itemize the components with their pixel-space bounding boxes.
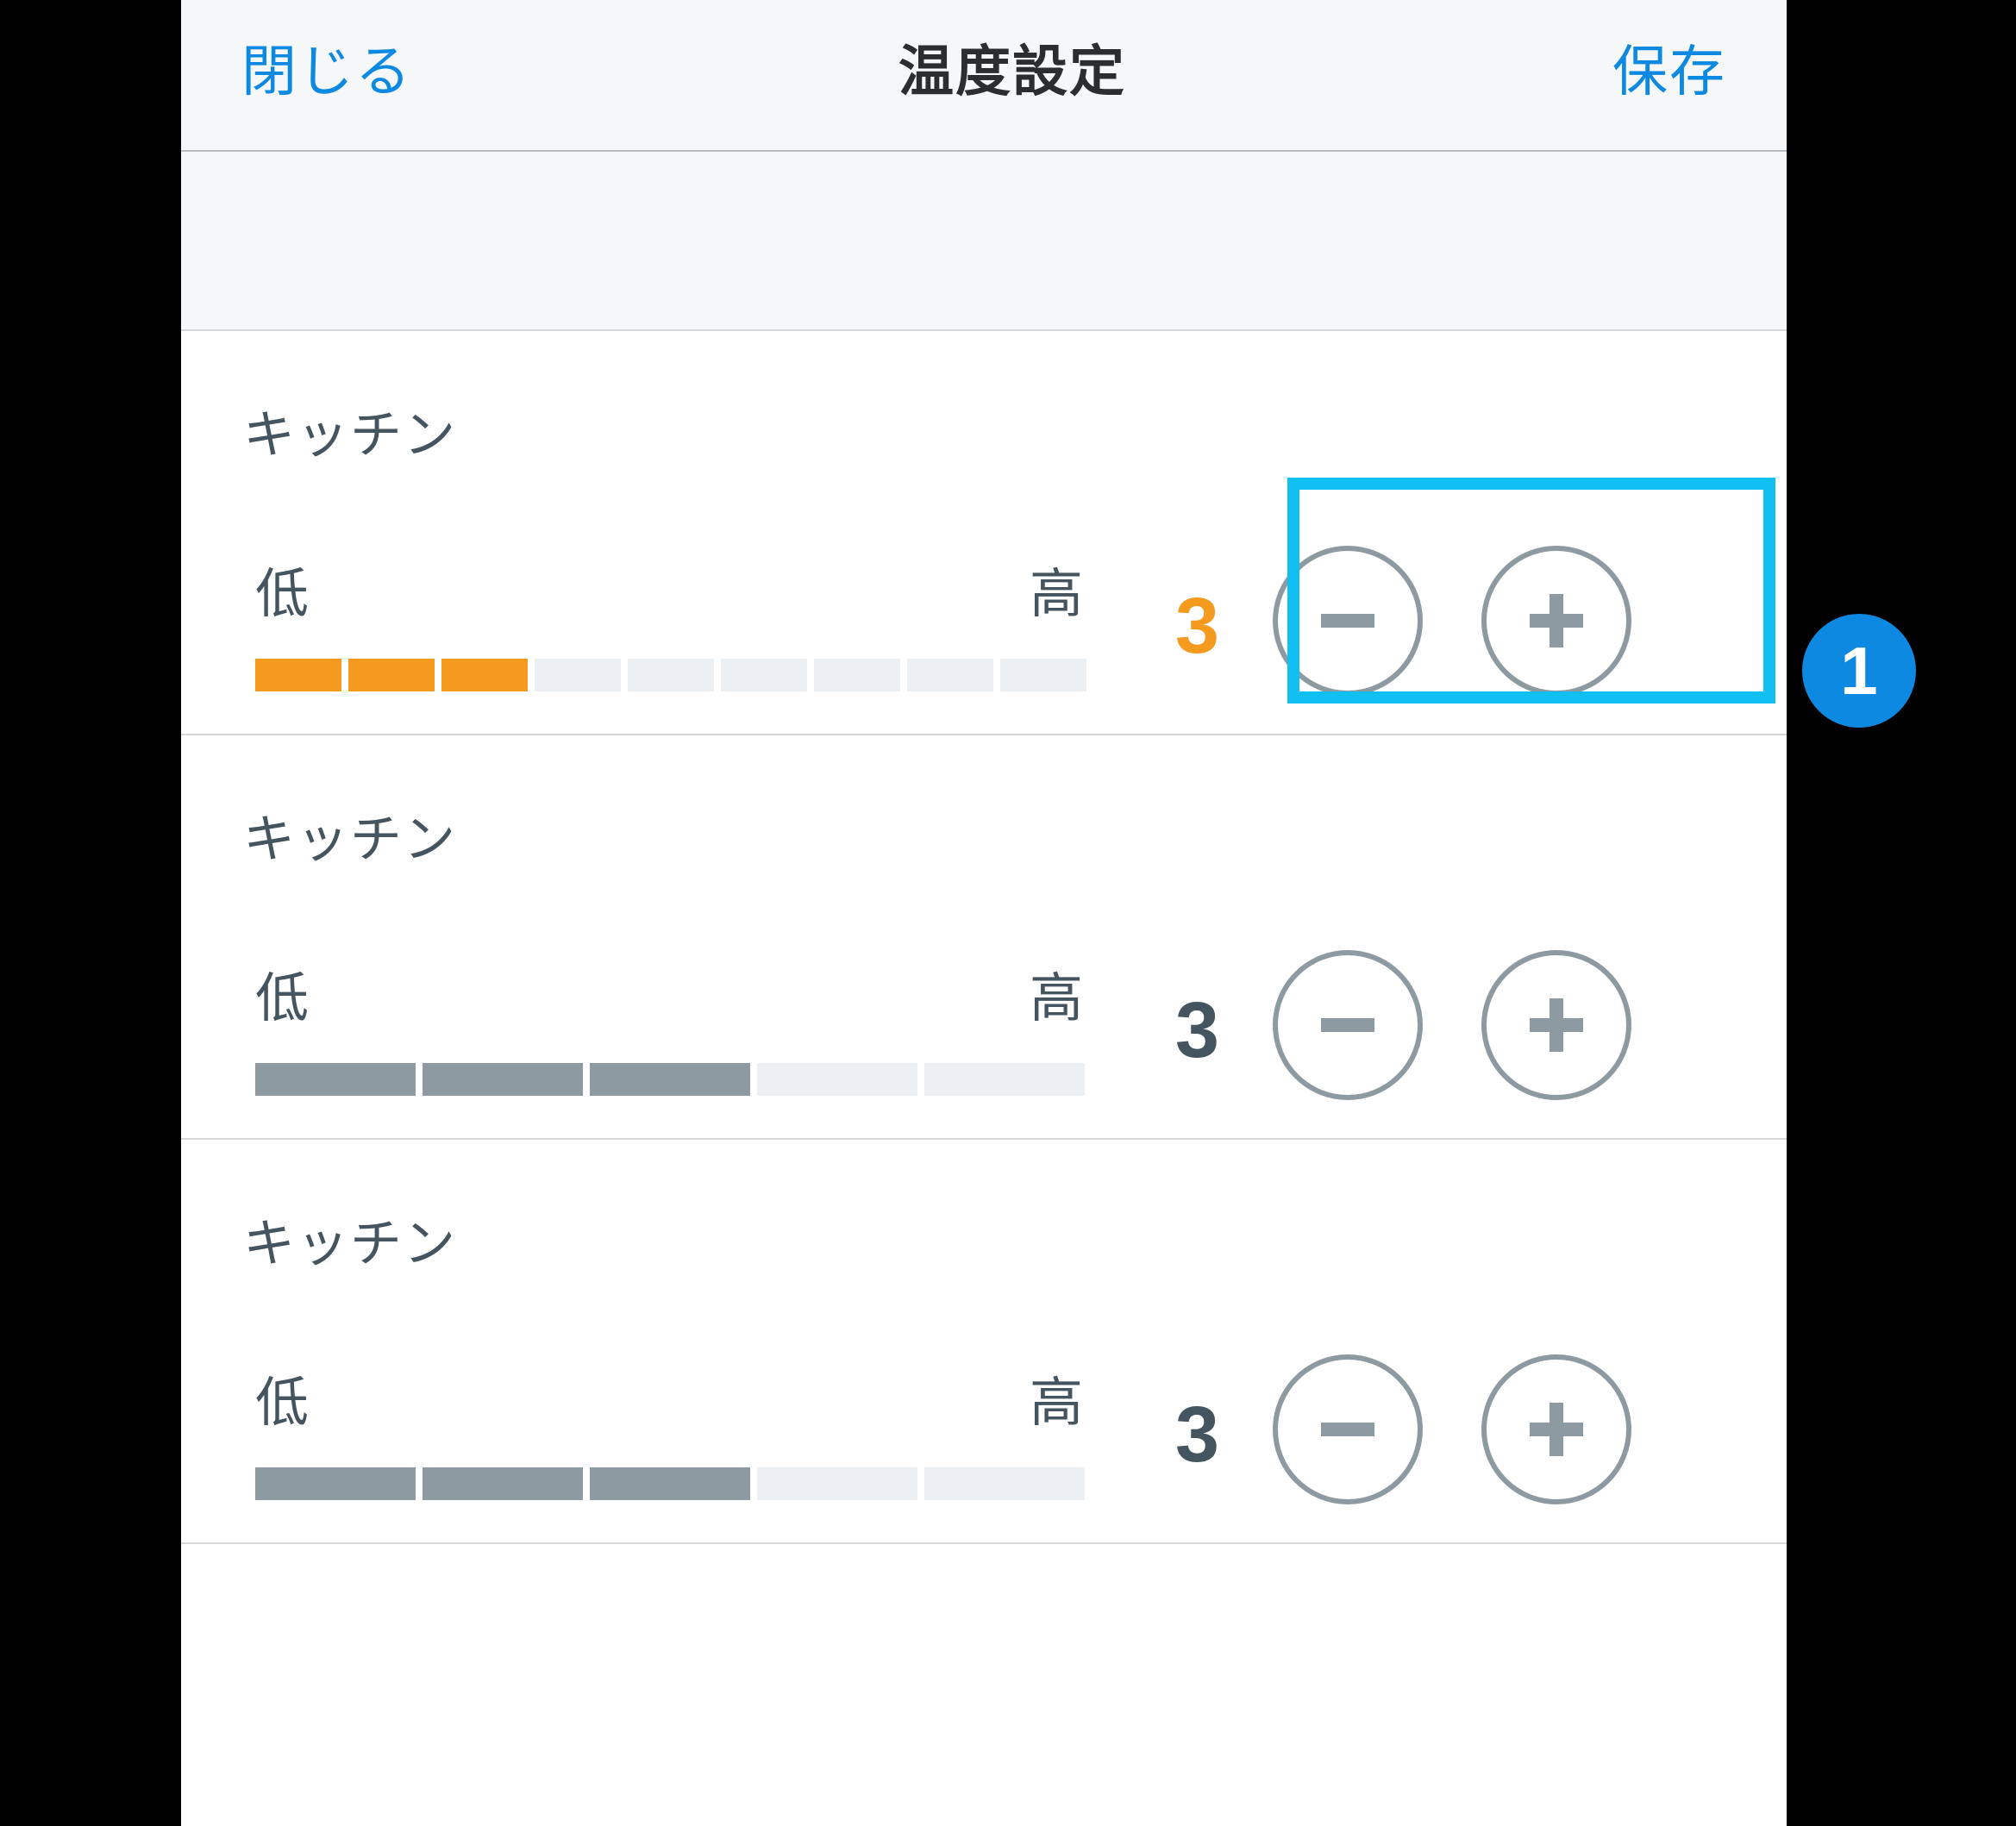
gauge-bar <box>255 1467 1090 1500</box>
gauge-segment <box>255 1063 416 1096</box>
level-value: 3 <box>1090 1390 1254 1480</box>
gauge-segment <box>1000 659 1086 691</box>
gauge-bar <box>255 1063 1090 1096</box>
gauge-segment <box>348 659 435 691</box>
annotation-badge: 1 <box>1802 614 1916 728</box>
gauge-segment <box>924 1467 1085 1500</box>
room-name: キッチン <box>181 393 1787 468</box>
gauge-segment <box>907 659 993 691</box>
level-stepper <box>1254 1354 1631 1504</box>
list-item: キッチン 低 高 <box>181 1140 1787 1544</box>
gauge-segment <box>441 659 528 691</box>
decrease-button[interactable] <box>1273 950 1423 1100</box>
subheader-spacer <box>181 152 1787 329</box>
save-button[interactable]: 保存 <box>1612 28 1726 107</box>
level-gauge: 低 高 <box>255 954 1090 1096</box>
settings-list: キッチン 低 高 <box>181 329 1787 1544</box>
gauge-high-label: 高 <box>1030 954 1083 1032</box>
gauge-segment <box>590 1467 750 1500</box>
gauge-high-label: 高 <box>1030 550 1083 628</box>
gauge-bar <box>255 659 1090 691</box>
room-name: キッチン <box>181 797 1787 872</box>
gauge-low-label: 低 <box>255 550 309 628</box>
header-bar: 閉じる 温度設定 保存 <box>181 0 1787 152</box>
increase-button[interactable] <box>1481 950 1631 1100</box>
minus-icon <box>1314 1396 1381 1463</box>
level-gauge: 低 高 <box>255 550 1090 691</box>
gauge-low-label: 低 <box>255 1359 309 1436</box>
close-button[interactable]: 閉じる <box>241 28 412 107</box>
gauge-segment <box>757 1467 917 1500</box>
app-window: 閉じる 温度設定 保存 キッチン 低 高 <box>181 0 1787 1826</box>
plus-icon <box>1523 1396 1590 1463</box>
gauge-segment <box>423 1063 583 1096</box>
level-value: 3 <box>1090 985 1254 1076</box>
increase-button[interactable] <box>1481 546 1631 696</box>
gauge-segment <box>535 659 621 691</box>
gauge-segment <box>255 1467 416 1500</box>
decrease-button[interactable] <box>1273 546 1423 696</box>
page-title: 温度設定 <box>898 28 1126 107</box>
level-stepper <box>1254 950 1631 1100</box>
gauge-segment <box>628 659 714 691</box>
gauge-high-label: 高 <box>1030 1359 1083 1436</box>
level-gauge: 低 高 <box>255 1359 1090 1500</box>
minus-icon <box>1314 587 1381 654</box>
gauge-low-label: 低 <box>255 954 309 1032</box>
level-stepper <box>1254 546 1631 696</box>
gauge-segment <box>814 659 900 691</box>
gauge-segment <box>721 659 807 691</box>
level-value: 3 <box>1090 581 1254 672</box>
gauge-segment <box>255 659 341 691</box>
decrease-button[interactable] <box>1273 1354 1423 1504</box>
gauge-segment <box>757 1063 917 1096</box>
list-item: キッチン 低 高 <box>181 329 1787 735</box>
plus-icon <box>1523 991 1590 1059</box>
plus-icon <box>1523 587 1590 654</box>
room-name: キッチン <box>181 1202 1787 1277</box>
gauge-segment <box>924 1063 1085 1096</box>
increase-button[interactable] <box>1481 1354 1631 1504</box>
gauge-segment <box>590 1063 750 1096</box>
list-item: キッチン 低 高 <box>181 735 1787 1140</box>
minus-icon <box>1314 991 1381 1059</box>
gauge-segment <box>423 1467 583 1500</box>
